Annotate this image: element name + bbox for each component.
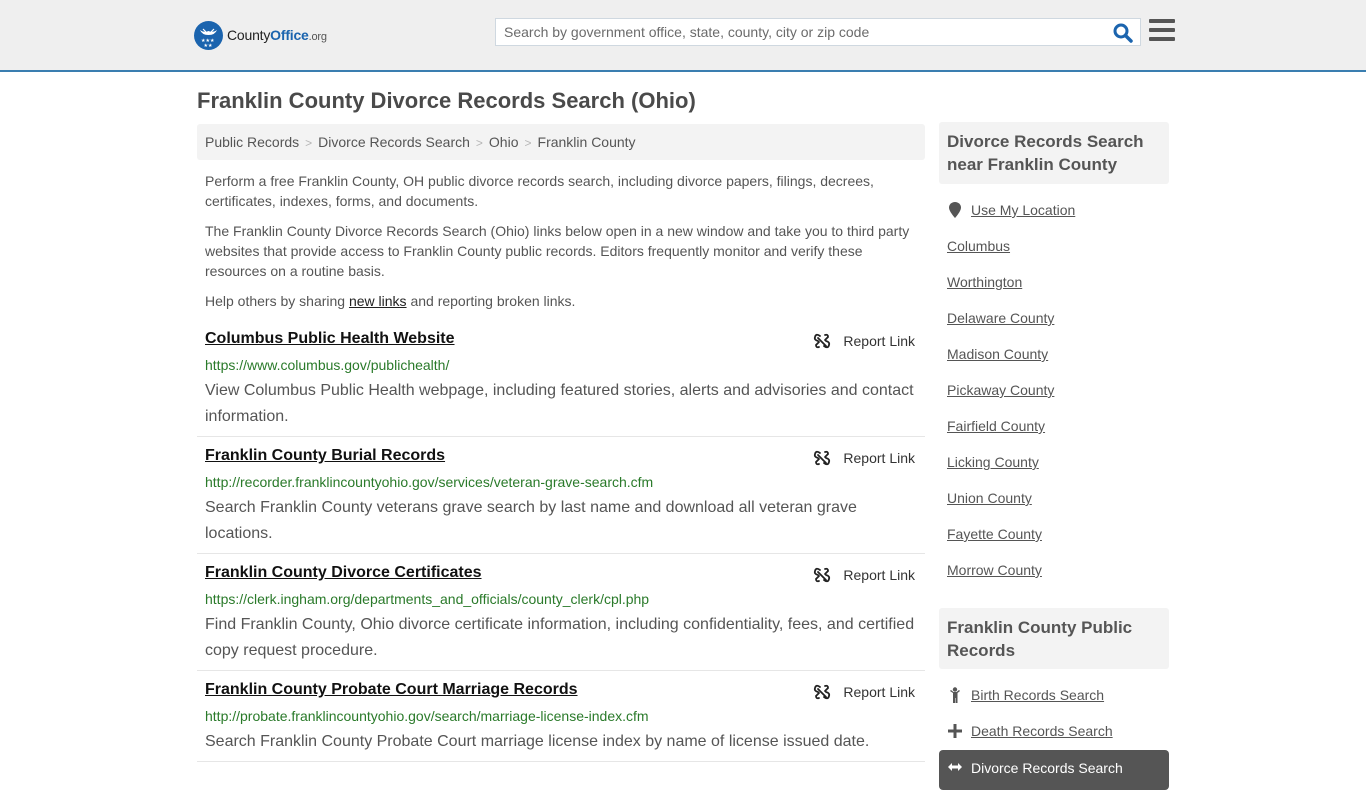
nearby-link-columbus[interactable]: Columbus (947, 238, 1010, 254)
menu-bar-icon (1149, 28, 1175, 32)
intro-help-text: Help others by sharing (205, 293, 349, 309)
listing-description: View Columbus Public Health webpage, inc… (205, 382, 914, 425)
broken-link-icon (814, 567, 831, 583)
divorce-records-search-link-active[interactable]: Divorce Records Search (939, 750, 1169, 790)
broken-link-icon (814, 450, 831, 466)
intro-paragraph-2: The Franklin County Divorce Records Sear… (205, 223, 910, 279)
report-link-label: Report Link (843, 567, 915, 583)
birth-records-search-label: Birth Records Search (971, 687, 1105, 703)
listing-url: https://clerk.ingham.org/departments_and… (205, 591, 650, 607)
listing-description: Find Franklin County, Ohio divorce certi… (205, 616, 915, 659)
cross-icon (947, 724, 963, 738)
arrows-icon (947, 760, 963, 774)
listing-description: Search Franklin County veterans grave se… (205, 499, 857, 542)
breadcrumb-separator: > (305, 136, 313, 150)
report-link-label: Report Link (843, 333, 915, 349)
public-records-heading: Franklin County Public Records (939, 608, 1169, 669)
nearby-link-fayette-county[interactable]: Fayette County (947, 526, 1042, 542)
nearby-link-madison-county[interactable]: Madison County (947, 346, 1048, 362)
birth-records-search-link[interactable]: Birth Records Search (947, 687, 1104, 703)
report-link-label: Report Link (843, 684, 915, 700)
breadcrumb-separator: > (475, 136, 483, 150)
logo-name: County (227, 27, 271, 43)
listing-title-link[interactable]: Franklin County Probate Court Marriage R… (205, 681, 578, 699)
nearby-heading: Divorce Records Search near Franklin Cou… (939, 122, 1169, 184)
intro-paragraph-3: Help others by sharing new links and rep… (205, 291, 920, 311)
nearby-link-morrow-county[interactable]: Morrow County (947, 562, 1042, 578)
intro-paragraph-1: Perform a free Franklin County, OH publi… (205, 173, 874, 209)
search-bar (495, 18, 1141, 46)
listing-title-link[interactable]: Franklin County Divorce Certificates (205, 564, 482, 582)
report-link-button[interactable]: Report Link (813, 566, 915, 584)
nearby-link-pickaway-county[interactable]: Pickaway County (947, 382, 1054, 398)
breadcrumb-ohio[interactable]: Ohio (489, 134, 519, 150)
listing-item: Franklin County Divorce Certificates Rep… (197, 564, 925, 671)
eagle-logo-icon: ★★★ ★★ (194, 20, 223, 50)
breadcrumb-separator: > (524, 136, 532, 150)
report-link-button[interactable]: Report Link (813, 332, 915, 350)
report-link-button[interactable]: Report Link (813, 683, 915, 701)
search-button[interactable] (1112, 22, 1134, 44)
breadcrumb-divorce-records-search[interactable]: Divorce Records Search (318, 134, 470, 150)
listing-item: Franklin County Burial Records Report Li… (197, 447, 925, 554)
menu-bar-icon (1149, 19, 1175, 23)
logo-office: Office (270, 27, 309, 43)
logo-tld: .org (308, 31, 327, 43)
listing-url: http://recorder.franklincountyohio.gov/s… (205, 474, 654, 490)
listing-item: Franklin County Probate Court Marriage R… (197, 681, 925, 762)
page-title: Franklin County Divorce Records Search (… (197, 88, 696, 113)
breadcrumb-franklin-county[interactable]: Franklin County (538, 134, 636, 150)
broken-link-icon (814, 333, 831, 349)
intro-help-text-end: and reporting broken links. (406, 293, 576, 309)
site-logo[interactable]: ★★★ ★★ CountyOffice.org (194, 20, 327, 50)
site-header: ★★★ ★★ CountyOffice.org (0, 0, 1366, 72)
breadcrumb-public-records[interactable]: Public Records (205, 134, 299, 150)
logo-wordmark: CountyOffice.org (227, 27, 327, 43)
listing-title-link[interactable]: Columbus Public Health Website (205, 330, 455, 348)
nearby-link-delaware-county[interactable]: Delaware County (947, 310, 1054, 326)
death-records-search-link[interactable]: Death Records Search (947, 723, 1113, 739)
listing-url: http://probate.franklincountyohio.gov/se… (205, 708, 649, 724)
listing-item: Columbus Public Health Website Report Li… (197, 330, 925, 437)
nearby-link-licking-county[interactable]: Licking County (947, 454, 1039, 470)
breadcrumb: Public Records > Divorce Records Search > Oh… (197, 124, 925, 160)
search-icon (1113, 23, 1133, 43)
report-link-button[interactable]: Report Link (813, 449, 915, 467)
new-links-link[interactable]: new links (349, 293, 407, 309)
listing-description: Search Franklin County Probate Court mar… (205, 733, 870, 750)
listing-url: https://www.columbus.gov/publichealth/ (205, 357, 450, 373)
nearby-link-union-county[interactable]: Union County (947, 490, 1032, 506)
svg-text:★★: ★★ (204, 43, 213, 49)
intro-text: Perform a free Franklin County, OH publi… (205, 171, 920, 321)
child-icon (947, 687, 963, 703)
death-records-search-label: Death Records Search (971, 723, 1113, 739)
nearby-link-fairfield-county[interactable]: Fairfield County (947, 418, 1045, 434)
use-my-location-label: Use My Location (971, 202, 1076, 218)
search-input[interactable] (496, 19, 1106, 45)
map-marker-icon (947, 202, 963, 218)
menu-bar-icon (1149, 37, 1175, 41)
broken-link-icon (814, 684, 831, 700)
nearby-link-worthington[interactable]: Worthington (947, 274, 1022, 290)
divorce-records-search-label: Divorce Records Search (971, 760, 1123, 776)
use-my-location-link[interactable]: Use My Location (947, 202, 1075, 218)
hamburger-menu-button[interactable] (1149, 19, 1175, 43)
report-link-label: Report Link (843, 450, 915, 466)
listing-title-link[interactable]: Franklin County Burial Records (205, 447, 445, 465)
